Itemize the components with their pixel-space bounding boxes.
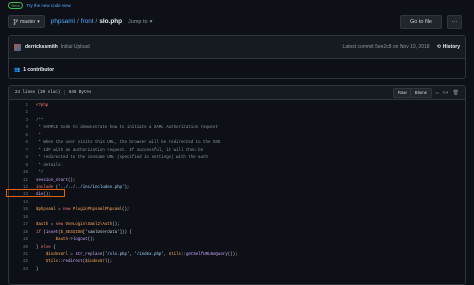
file-viewer: 24 lines (20 sloc) 645 Bytes Raw Blame ▭… bbox=[8, 85, 466, 285]
code-token: session_start bbox=[36, 178, 68, 183]
code-token: <?php bbox=[36, 104, 49, 108]
divider bbox=[64, 90, 65, 95]
branch-selector[interactable]: master ▾ bbox=[8, 15, 45, 28]
code-token: } bbox=[36, 267, 39, 272]
branch-name: master bbox=[20, 18, 36, 25]
people-icon: 👥 bbox=[14, 66, 21, 73]
code-token: '/slo.php' bbox=[104, 253, 130, 257]
highlight-annotation-box bbox=[6, 189, 65, 197]
desktop-icon[interactable]: ▭ bbox=[436, 90, 439, 96]
code-line: 23} bbox=[9, 266, 465, 274]
code-token: new bbox=[55, 223, 64, 228]
pencil-icon[interactable]: ✎▾ bbox=[443, 90, 449, 96]
code-token: redirect bbox=[63, 260, 83, 265]
file-lines-info: 24 lines (20 sloc) bbox=[15, 90, 61, 95]
raw-blame-group: Raw Blame bbox=[393, 87, 432, 98]
file-header: 24 lines (20 sloc) 645 Bytes Raw Blame ▭… bbox=[9, 86, 465, 100]
beta-badge: Beta bbox=[8, 1, 24, 9]
history-label: History bbox=[442, 44, 460, 50]
jump-to-label: Jump to bbox=[128, 18, 148, 25]
code-token: ['samlUserdata'])) { bbox=[82, 230, 132, 235]
code-token: getSelfURLNoQuery bbox=[185, 253, 228, 257]
code-token: else bbox=[40, 245, 51, 250]
code-token: OneLogin\Saml2\Auth bbox=[65, 223, 113, 228]
go-to-file-button[interactable]: Go to file bbox=[399, 14, 442, 29]
code-token: ); bbox=[124, 185, 130, 190]
code-token: '../../../inc/includes.php' bbox=[58, 185, 125, 190]
breadcrumb-separator: / bbox=[95, 18, 98, 25]
code-token: = bbox=[48, 223, 56, 228]
code-token: ()); bbox=[227, 253, 238, 257]
code-token: Utils bbox=[168, 253, 182, 257]
chevron-down-icon: ▾ bbox=[37, 18, 40, 25]
chevron-down-icon: ▾ bbox=[149, 18, 153, 25]
code-token: * bbox=[36, 133, 41, 138]
line-number[interactable]: 23 bbox=[9, 266, 28, 274]
code-token: $auth bbox=[55, 238, 68, 243]
code-token: (); bbox=[87, 238, 95, 243]
breadcrumb-separator: / bbox=[76, 18, 79, 25]
file-path-bar: master ▾ phpsaml / front / slo.php Jump … bbox=[8, 14, 462, 29]
latest-commit-label: Latest commit bbox=[342, 44, 374, 50]
file-actions: Raw Blame ▭ ✎▾ 🗑 bbox=[393, 87, 459, 98]
code-token: logout bbox=[72, 238, 88, 243]
jump-to-dropdown[interactable]: Jump to ▾ bbox=[128, 19, 152, 25]
code-token: * When the user visits this URL, the bro… bbox=[36, 141, 221, 146]
code-token: * redirected to the consume URL (specifi… bbox=[36, 156, 208, 161]
code-token: (); bbox=[112, 223, 120, 228]
code-token: /** bbox=[36, 118, 44, 123]
latest-commit-row: derrickssmith Initial Upload Latest comm… bbox=[9, 36, 465, 59]
commit-sha[interactable]: 5ee2c8 bbox=[375, 44, 391, 50]
code-token: $phpsaml bbox=[36, 208, 56, 213]
avatar[interactable] bbox=[14, 43, 21, 51]
history-icon: ⟲ bbox=[436, 44, 441, 50]
code-token: * IdP with an authorization request. If … bbox=[36, 148, 204, 153]
code-token: Utils bbox=[45, 260, 59, 265]
more-options-button[interactable]: ··· bbox=[447, 14, 462, 29]
commit-box: derrickssmith Initial Upload Latest comm… bbox=[8, 35, 466, 79]
code-token: PluginPhpsamlPhpsaml bbox=[72, 208, 123, 213]
breadcrumb-repo[interactable]: phpsaml bbox=[51, 18, 75, 25]
code-token: ); bbox=[107, 260, 113, 265]
try-new-code-view-link[interactable]: Try the new code view bbox=[26, 3, 71, 8]
blame-button[interactable]: Blame bbox=[410, 88, 431, 97]
code-token: $indexUrl bbox=[45, 253, 68, 257]
code-token: (); bbox=[122, 208, 130, 213]
branch-icon bbox=[13, 18, 18, 25]
code-token: (); bbox=[67, 178, 76, 183]
file-size: 645 Bytes bbox=[68, 90, 92, 95]
code-token: { bbox=[50, 245, 56, 250]
commit-date-prefix: on bbox=[392, 44, 399, 50]
latest-commit-info: Latest commit 5ee2c8 on Nov 10, 2018 bbox=[343, 44, 430, 50]
code-token: * details. bbox=[36, 163, 64, 168]
contributors-count: 1 contributor bbox=[23, 66, 55, 73]
code-token: '/index.php' bbox=[134, 253, 164, 257]
code-token: = bbox=[55, 208, 64, 213]
trash-icon[interactable]: 🗑 bbox=[453, 90, 459, 96]
breadcrumb-file: slo.php bbox=[99, 18, 123, 25]
commit-date: Nov 10, 2018 bbox=[399, 44, 430, 50]
code-token: $_SESSION bbox=[60, 230, 83, 235]
code-token: str_replace bbox=[75, 253, 103, 257]
code-token: $indexUrl bbox=[85, 260, 108, 265]
code-token: $auth bbox=[36, 223, 49, 228]
history-link[interactable]: ⟲ History bbox=[437, 44, 460, 50]
beta-banner: Beta Try the new code view bbox=[0, 0, 474, 10]
code-token: * SAMPLE Code to demonstrate how to init… bbox=[36, 126, 218, 131]
commit-message[interactable]: Initial Upload bbox=[61, 44, 90, 50]
breadcrumb: phpsaml / front / slo.php bbox=[51, 18, 122, 25]
contributors-row[interactable]: 👥 1 contributor bbox=[9, 59, 465, 80]
raw-button[interactable]: Raw bbox=[394, 88, 411, 97]
breadcrumb-folder[interactable]: front bbox=[81, 18, 94, 25]
code-token: */ bbox=[36, 171, 44, 176]
line-content: } bbox=[36, 266, 38, 274]
commit-author[interactable]: derrickssmith bbox=[25, 44, 58, 50]
code-token: isset bbox=[45, 230, 59, 235]
